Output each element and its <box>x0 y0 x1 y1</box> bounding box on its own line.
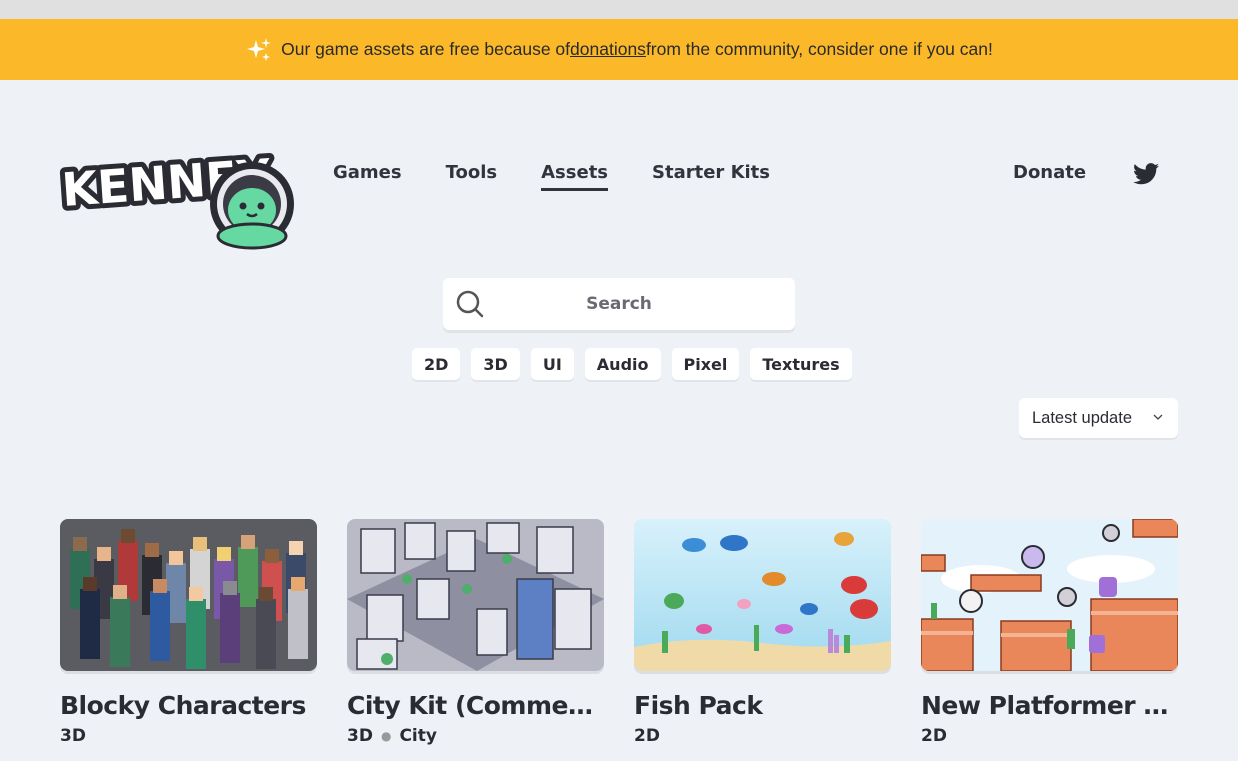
nav-games[interactable]: Games <box>333 162 402 191</box>
asset-card[interactable]: Fish Pack 2D <box>634 519 891 746</box>
filter-3d[interactable]: 3D <box>471 348 520 380</box>
sparkle-icon <box>247 37 272 61</box>
asset-title[interactable]: City Kit (Commercial) <box>347 691 604 720</box>
asset-title[interactable]: New Platformer Pack <box>921 691 1178 720</box>
sort-selected: Latest update <box>1032 408 1132 427</box>
donate-link[interactable]: Donate <box>1013 162 1086 183</box>
nav-assets[interactable]: Assets <box>541 162 609 191</box>
filter-textures[interactable]: Textures <box>750 348 852 380</box>
asset-thumbnail[interactable] <box>347 519 604 671</box>
donations-link[interactable]: donations <box>570 39 646 60</box>
donation-banner: Our game assets are free because of dona… <box>0 19 1238 80</box>
filter-chips: 2D 3D UI Audio Pixel Textures <box>412 348 863 380</box>
asset-card[interactable]: City Kit (Commercial) 3D ● City <box>347 519 604 746</box>
asset-card[interactable]: Blocky Characters 3D <box>60 519 317 746</box>
banner-text-before: Our game assets are free because of <box>281 39 571 59</box>
banner-text-after: from the community, consider one if you … <box>645 39 993 59</box>
main-nav: Games Tools Assets Starter Kits <box>333 162 814 191</box>
chevron-down-icon <box>1153 414 1163 420</box>
filter-pixel[interactable]: Pixel <box>671 348 740 380</box>
nav-tools[interactable]: Tools <box>446 162 498 191</box>
asset-tag[interactable]: 2D <box>634 726 660 746</box>
asset-tags: 3D ● City <box>347 726 604 746</box>
filter-ui[interactable]: UI <box>530 348 574 380</box>
nav-starter-kits[interactable]: Starter Kits <box>652 162 770 191</box>
octopus-mascot-icon <box>210 162 294 250</box>
asset-tags: 2D <box>921 726 1178 746</box>
asset-title[interactable]: Fish Pack <box>634 691 891 720</box>
search-icon <box>456 290 484 318</box>
search-input[interactable] <box>443 278 795 330</box>
asset-thumbnail[interactable] <box>921 519 1178 671</box>
search-box[interactable] <box>443 278 795 330</box>
asset-thumbnail[interactable] <box>60 519 317 671</box>
filter-audio[interactable]: Audio <box>584 348 661 380</box>
kenney-logo[interactable]: KENNEY KENNEY <box>55 138 308 260</box>
asset-card[interactable]: New Platformer Pack 2D <box>921 519 1178 746</box>
tag-separator: ● <box>380 729 392 743</box>
asset-thumbnail[interactable] <box>634 519 891 671</box>
filter-2d[interactable]: 2D <box>412 348 461 380</box>
twitter-icon[interactable] <box>1133 163 1159 185</box>
asset-tag[interactable]: 3D <box>60 726 86 746</box>
asset-tags: 2D <box>634 726 891 746</box>
asset-tag[interactable]: City <box>399 726 437 746</box>
asset-title[interactable]: Blocky Characters <box>60 691 317 720</box>
asset-tags: 3D <box>60 726 317 746</box>
browser-top-strip <box>0 0 1238 19</box>
asset-tag[interactable]: 3D <box>347 726 373 746</box>
asset-tag[interactable]: 2D <box>921 726 947 746</box>
sort-dropdown[interactable]: Latest update <box>1019 398 1178 438</box>
